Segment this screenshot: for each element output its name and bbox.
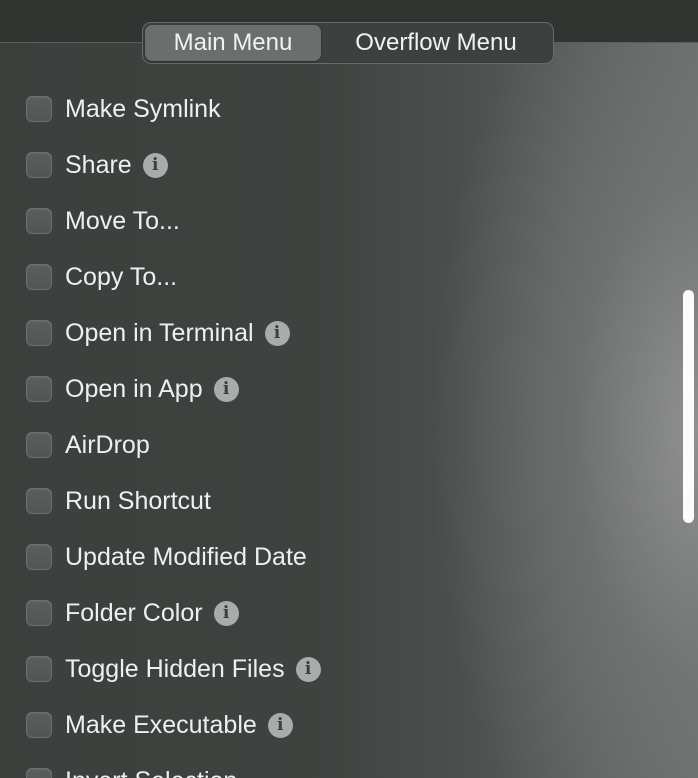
list-item[interactable]: AirDrop: [0, 417, 660, 473]
list-item[interactable]: Make Executable i: [0, 697, 660, 753]
list-item[interactable]: Run Shortcut: [0, 473, 660, 529]
toggle-hidden-files-checkbox[interactable]: [26, 656, 52, 682]
info-circle-icon[interactable]: i: [295, 656, 321, 682]
list-item[interactable]: Invert Selection: [0, 753, 660, 778]
item-label: Toggle Hidden Files: [65, 654, 285, 683]
folder-color-checkbox[interactable]: [26, 600, 52, 626]
menu-items-list: Make Symlink Share i Move To... Copy To.…: [0, 81, 660, 778]
list-item[interactable]: Folder Color i: [0, 585, 660, 641]
item-label: Copy To...: [65, 262, 178, 291]
item-label: Make Executable: [65, 710, 257, 739]
move-to-checkbox[interactable]: [26, 208, 52, 234]
list-item[interactable]: Open in App i: [0, 361, 660, 417]
item-label: Make Symlink: [65, 94, 221, 123]
info-circle-icon[interactable]: i: [142, 152, 168, 178]
tab-main-menu[interactable]: Main Menu: [145, 25, 321, 61]
info-circle-icon[interactable]: i: [213, 600, 239, 626]
list-item[interactable]: Open in Terminal i: [0, 305, 660, 361]
update-modified-date-checkbox[interactable]: [26, 544, 52, 570]
menu-segmented-control: Main Menu Overflow Menu: [142, 22, 554, 64]
run-shortcut-checkbox[interactable]: [26, 488, 52, 514]
info-circle-icon[interactable]: i: [267, 712, 293, 738]
item-label: Open in App: [65, 374, 203, 403]
share-checkbox[interactable]: [26, 152, 52, 178]
list-item[interactable]: Make Symlink: [0, 81, 660, 137]
item-label: Invert Selection: [65, 767, 237, 778]
make-symlink-checkbox[interactable]: [26, 96, 52, 122]
list-item[interactable]: Move To...: [0, 193, 660, 249]
item-label: Move To...: [65, 206, 180, 235]
item-label: Update Modified Date: [65, 542, 307, 571]
open-in-terminal-checkbox[interactable]: [26, 320, 52, 346]
airdrop-checkbox[interactable]: [26, 432, 52, 458]
invert-selection-checkbox[interactable]: [26, 768, 52, 778]
tab-overflow-menu[interactable]: Overflow Menu: [321, 25, 551, 61]
item-label: Share: [65, 150, 132, 179]
vertical-scrollbar[interactable]: [683, 290, 694, 523]
info-circle-icon[interactable]: i: [264, 320, 290, 346]
list-item[interactable]: Share i: [0, 137, 660, 193]
info-circle-icon[interactable]: i: [213, 376, 239, 402]
open-in-app-checkbox[interactable]: [26, 376, 52, 402]
list-item[interactable]: Update Modified Date: [0, 529, 660, 585]
list-item[interactable]: Copy To...: [0, 249, 660, 305]
item-label: Folder Color: [65, 598, 203, 627]
make-executable-checkbox[interactable]: [26, 712, 52, 738]
item-label: AirDrop: [65, 430, 150, 459]
copy-to-checkbox[interactable]: [26, 264, 52, 290]
item-label: Run Shortcut: [65, 486, 211, 515]
list-item[interactable]: Toggle Hidden Files i: [0, 641, 660, 697]
item-label: Open in Terminal: [65, 318, 254, 347]
